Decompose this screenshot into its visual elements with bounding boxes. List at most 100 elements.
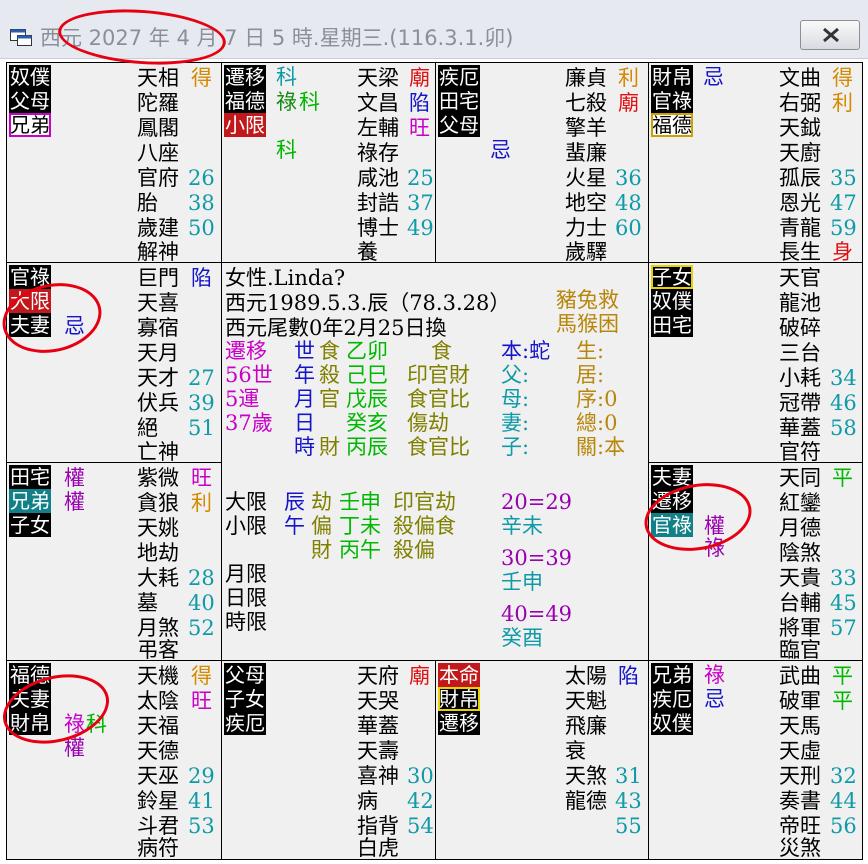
- palace-label: 兄弟: [651, 663, 693, 687]
- pillar-label: 年: [294, 363, 315, 387]
- center-panel: 女性.Linda? 西元1989.5.3.辰（78.3.28） 西元尾數0年2月…: [221, 262, 648, 660]
- palace-label: 子女: [9, 513, 51, 537]
- star: 天馬: [779, 714, 821, 738]
- ganzhi: 己巳: [346, 363, 388, 387]
- palace-cell-low-left[interactable]: 田宅 兄弟 子女 權 權 紫微 貪狼 天姚 地劫 大耗 墓 月煞 弔客 旺 利 …: [6, 462, 221, 662]
- palace-label: 父母: [9, 89, 51, 113]
- star: 天府: [357, 664, 399, 688]
- ganzhi: 癸亥: [346, 411, 388, 435]
- palace-cell-bottom-right[interactable]: 本命 財帛 遷移 太陽 天魁 飛廉 衰 天煞 龍德 陷 31 43 55: [435, 660, 648, 859]
- star: 蜚廉: [565, 141, 607, 165]
- app-window-icon: [10, 29, 32, 46]
- age-number: 25: [407, 166, 434, 190]
- star: 飛廉: [565, 714, 607, 738]
- brightness-mark: 平: [832, 664, 853, 688]
- star: 力士: [565, 216, 607, 240]
- palace-cell-top-far[interactable]: 財帛 官祿 福德 忌 文曲 右弼 天鉞 天廚 孤辰 恩光 青龍 長生 得 利 身…: [648, 62, 862, 264]
- star: 火星: [565, 166, 607, 190]
- palace-label: 本命: [438, 663, 480, 687]
- decade-ganzhi: 壬申: [501, 570, 543, 594]
- star: 青龍: [779, 216, 821, 240]
- star: 左輔: [357, 116, 399, 140]
- star: 天貴: [779, 566, 821, 590]
- age-number: 47: [830, 191, 857, 215]
- palace-cell-low-right[interactable]: 夫妻 遷移 官祿 權 祿 天同 紅鑾 月德 陰煞 天貴 台輔 將軍 臨官 平 3…: [648, 462, 862, 662]
- star: 天月: [137, 341, 179, 365]
- star: 歲驛: [565, 240, 607, 264]
- star: 指背: [357, 814, 399, 838]
- limit-label: 日限: [225, 586, 267, 610]
- age-number: 45: [830, 591, 857, 615]
- age-number: 50: [188, 216, 215, 240]
- year-tail: 西元尾數0年2月25日換: [225, 316, 447, 340]
- palace-cell-bottom-left[interactable]: 福德 夫妻 財帛 祿 科 權 天機 太陰 天福 天德 天巫 鈴星 斗君 病符 得…: [6, 660, 221, 860]
- decade-range: 20=29: [501, 490, 573, 514]
- hua-mark: 權: [704, 514, 725, 538]
- star: 天廚: [779, 141, 821, 165]
- palace-label: 官祿: [9, 265, 51, 289]
- palace-label: 夫妻: [9, 687, 51, 711]
- family-info: 子:: [501, 435, 530, 459]
- limit-ganzhi: 丁未: [339, 514, 381, 538]
- star: 文昌: [357, 91, 399, 115]
- brightness-mark: 廟: [618, 91, 639, 115]
- star: 奏書: [779, 789, 821, 813]
- palace-label: 財帛: [651, 65, 693, 89]
- star: 擎羊: [565, 116, 607, 140]
- age-number: 37: [407, 191, 434, 215]
- brightness-mark: 廟: [409, 664, 430, 688]
- star: 月德: [779, 516, 821, 540]
- zodiac-line-1: 豬兔救: [556, 288, 619, 312]
- palace-cell-top-left[interactable]: 奴僕 父母 兄弟 天相 陀羅 鳳閣 八座 官府 胎 歲建 解神 得 26 38 …: [6, 62, 221, 264]
- hua-mark: 祿: [704, 663, 725, 687]
- palace-label: 大限: [9, 289, 51, 313]
- age-number: 56: [830, 814, 857, 838]
- ziwei-chart: 奴僕 父母 兄弟 天相 陀羅 鳳閣 八座 官府 胎 歲建 解神 得 26 38 …: [6, 62, 863, 860]
- palace-cell-top-mid[interactable]: 遷移 福德 小限 科 祿 科 科 天梁 文昌 左輔 祿存 咸池 封誥 博士 養 …: [221, 62, 435, 264]
- hua-mark: 科: [276, 138, 297, 162]
- palace-cell-mid-right[interactable]: 子女 奴僕 田宅 天官 龍池 破碎 三台 小耗 冠帶 華蓋 官符 34 46 5…: [648, 262, 862, 464]
- star: 災煞: [779, 836, 821, 860]
- palace-cell-bottom-mid[interactable]: 父母 子女 疾厄 天府 天哭 華蓋 天壽 喜神 病 指背 白虎 廟 30 42 …: [221, 660, 435, 860]
- zodiac-line-2: 馬猴困: [556, 312, 619, 336]
- ten-god: 殺: [319, 363, 340, 387]
- limit-label: 大限: [225, 490, 267, 514]
- hua-mark: 權: [64, 490, 85, 514]
- palace-label: 奴僕: [651, 711, 693, 735]
- body-mark: 身: [832, 240, 853, 264]
- star: 天梁: [357, 66, 399, 90]
- age-number: 34: [830, 366, 857, 390]
- age-number: 26: [188, 166, 215, 190]
- decade-range: 30=39: [501, 546, 573, 570]
- life-info: 居:: [576, 363, 605, 387]
- star: 天德: [137, 739, 179, 763]
- age-number: 38: [188, 191, 215, 215]
- hidden-stems: 食: [431, 339, 452, 363]
- age-number: 27: [188, 366, 215, 390]
- birth-date: 西元1989.5.3.辰（78.3.28）: [225, 291, 511, 315]
- life-info: 生:: [576, 339, 605, 363]
- age-number: 36: [615, 166, 642, 190]
- age-number: 58: [830, 416, 857, 440]
- palace-label: 奴僕: [9, 65, 51, 89]
- age-number: 39: [188, 391, 215, 415]
- palace-label: 福德: [651, 113, 693, 137]
- star: 武曲: [779, 664, 821, 688]
- brightness-mark: 陷: [618, 664, 639, 688]
- age-number: 49: [407, 216, 434, 240]
- palace-cell-mid-left[interactable]: 官祿 大限 夫妻 忌 巨門 天喜 寡宿 天月 天才 伏兵 絕 亡神 陷 27 3…: [6, 262, 221, 464]
- palace-cell-top-right[interactable]: 疾厄 田宅 父母 忌 廉貞 七殺 擎羊 蜚廉 火星 地空 力士 歲驛 利 廟 3…: [435, 62, 648, 264]
- pillar-label: 月: [294, 387, 315, 411]
- center-info: 5運: [225, 387, 260, 411]
- star: 地劫: [137, 541, 179, 565]
- close-button[interactable]: [800, 20, 860, 50]
- star: 貪狼: [137, 491, 179, 515]
- hidden-stems: 印官財: [407, 363, 470, 387]
- ten-god: 官: [319, 387, 340, 411]
- palace-cell-bottom-far[interactable]: 兄弟 疾厄 奴僕 祿 忌 武曲 破軍 天馬 天虛 天刑 奏書 帝旺 災煞 平 平…: [648, 660, 862, 860]
- limit-stems: 殺偏食: [393, 514, 456, 538]
- limit-label: 時限: [225, 610, 267, 634]
- star: 文曲: [779, 66, 821, 90]
- star: 龍池: [779, 291, 821, 315]
- age-number: 51: [188, 416, 215, 440]
